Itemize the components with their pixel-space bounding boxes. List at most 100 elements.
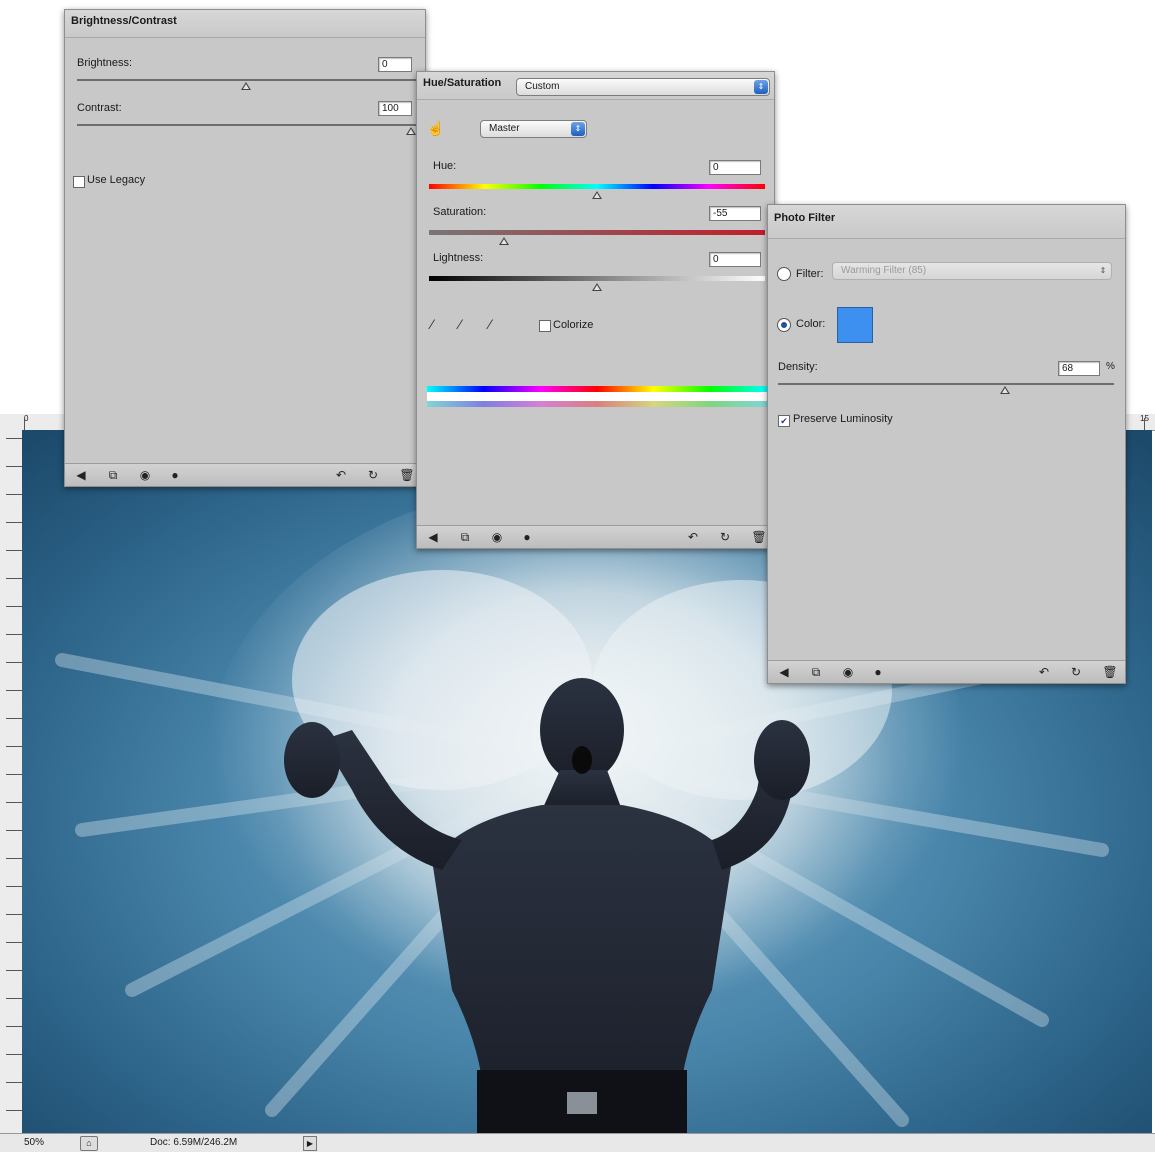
- hue-slider-thumb[interactable]: [592, 191, 602, 199]
- saturation-slider-thumb[interactable]: [499, 237, 509, 245]
- panel-footer: ◀ ⧉ ◉ ● ↶ ↻ 🗑: [65, 463, 425, 486]
- ruler-tick: [6, 914, 22, 915]
- ruler-tick: [6, 690, 22, 691]
- lightness-label: Lightness:: [433, 252, 484, 264]
- targeted-adjust-hand-icon[interactable]: ☝: [427, 120, 444, 137]
- ruler-tick: [6, 466, 22, 467]
- ruler-tick: [24, 418, 25, 430]
- status-menu-arrow-icon[interactable]: ▶: [303, 1136, 317, 1151]
- zoom-level[interactable]: 50%: [24, 1137, 44, 1148]
- eyedropper-plus-icon[interactable]: ⁄: [459, 316, 461, 332]
- select-caret-icon: ⇕: [571, 122, 585, 136]
- density-input[interactable]: 68: [1058, 361, 1100, 376]
- filter-select[interactable]: Warming Filter (85) ⇕: [832, 262, 1112, 280]
- hue-input[interactable]: 0: [709, 160, 761, 175]
- status-preview-icon[interactable]: ⌂: [80, 1136, 98, 1151]
- status-bar: 50% ⌂ Doc: 6.59M/246.2M ▶: [0, 1133, 1155, 1152]
- ruler-tick: [6, 1082, 22, 1083]
- view-previous-icon[interactable]: ●: [519, 530, 535, 544]
- saturation-label: Saturation:: [433, 206, 487, 218]
- ruler-tick: [6, 858, 22, 859]
- ruler-tick: [1144, 418, 1145, 430]
- ruler-tick: [6, 578, 22, 579]
- ruler-tick: [6, 1026, 22, 1027]
- channel-select[interactable]: Master ⇕: [480, 120, 587, 138]
- brightness-input[interactable]: 0: [378, 57, 412, 72]
- clip-layer-icon[interactable]: ⧉: [808, 665, 824, 679]
- back-arrow-icon[interactable]: ◀: [776, 665, 792, 679]
- preserve-luminosity-label: Preserve Luminosity: [793, 413, 893, 425]
- use-legacy-label: Use Legacy: [87, 174, 146, 186]
- ruler-tick: [6, 1110, 22, 1111]
- color-swatch[interactable]: [837, 307, 873, 343]
- ruler-tick: [6, 970, 22, 971]
- ruler-tick: [6, 998, 22, 999]
- density-slider-thumb[interactable]: [1000, 386, 1010, 394]
- select-caret-icon: ⇕: [1099, 266, 1107, 275]
- contrast-slider-track[interactable]: [77, 124, 417, 126]
- back-arrow-icon[interactable]: ◀: [73, 468, 89, 482]
- delete-icon[interactable]: 🗑: [751, 530, 767, 544]
- ruler-tick: [6, 886, 22, 887]
- hue-slider-track[interactable]: [429, 184, 765, 189]
- document-size: Doc: 6.59M/246.2M: [150, 1137, 238, 1148]
- ruler-tick: [6, 494, 22, 495]
- hue-saturation-panel: Hue/Saturation Custom ⇕ ☝ Master ⇕ Hue: …: [416, 71, 775, 549]
- preset-select[interactable]: Custom ⇕: [516, 78, 770, 96]
- ruler-tick: [6, 634, 22, 635]
- eyedropper-icon[interactable]: ⁄: [431, 316, 433, 332]
- color-bar-gap: [427, 392, 767, 401]
- ruler-tick: [6, 522, 22, 523]
- previous-state-icon[interactable]: ↶: [1036, 665, 1052, 679]
- lightness-slider-thumb[interactable]: [592, 283, 602, 291]
- reset-icon[interactable]: ↻: [717, 530, 733, 544]
- visibility-eye-icon[interactable]: ◉: [489, 530, 505, 544]
- brightness-slider-thumb[interactable]: [241, 82, 251, 90]
- delete-icon[interactable]: 🗑: [1102, 665, 1118, 679]
- preserve-luminosity-checkbox[interactable]: ✔: [778, 415, 790, 427]
- panel-footer: ◀ ⧉ ◉ ● ↶ ↻ 🗑: [768, 660, 1125, 683]
- photo-filter-panel: Photo Filter Filter: Warming Filter (85)…: [767, 204, 1126, 684]
- back-arrow-icon[interactable]: ◀: [425, 530, 441, 544]
- view-previous-icon[interactable]: ●: [870, 665, 886, 679]
- visibility-eye-icon[interactable]: ◉: [137, 468, 153, 482]
- ruler-tick: [6, 774, 22, 775]
- panel-title-text: Hue/Saturation: [423, 77, 502, 89]
- reset-icon[interactable]: ↻: [1068, 665, 1084, 679]
- ruler-tick: [6, 606, 22, 607]
- preset-select-value: Custom: [525, 81, 560, 92]
- clip-layer-icon[interactable]: ⧉: [457, 530, 473, 544]
- density-unit: %: [1106, 361, 1115, 372]
- ruler-tick: [6, 942, 22, 943]
- ruler-tick: [6, 550, 22, 551]
- brightness-slider-track[interactable]: [77, 79, 417, 81]
- density-slider-track[interactable]: [778, 383, 1114, 385]
- density-label: Density:: [778, 361, 818, 373]
- visibility-eye-icon[interactable]: ◉: [840, 665, 856, 679]
- ruler-left: [0, 430, 23, 1133]
- ruler-tick: [6, 662, 22, 663]
- previous-state-icon[interactable]: ↶: [333, 468, 349, 482]
- eyedropper-minus-icon[interactable]: ⁄: [489, 316, 491, 332]
- saturation-slider-track[interactable]: [429, 230, 765, 235]
- lightness-slider-track[interactable]: [429, 276, 765, 281]
- colorize-checkbox[interactable]: [539, 320, 551, 332]
- panel-title: Photo Filter: [768, 205, 1125, 239]
- contrast-label: Contrast:: [77, 102, 122, 114]
- color-bar-output: [427, 401, 767, 407]
- color-radio[interactable]: [777, 318, 791, 332]
- reset-icon[interactable]: ↻: [365, 468, 381, 482]
- contrast-slider-thumb[interactable]: [406, 127, 416, 135]
- colorize-label: Colorize: [553, 319, 594, 331]
- previous-state-icon[interactable]: ↶: [685, 530, 701, 544]
- clip-layer-icon[interactable]: ⧉: [105, 468, 121, 482]
- saturation-input[interactable]: -55: [709, 206, 761, 221]
- lightness-input[interactable]: 0: [709, 252, 761, 267]
- delete-icon[interactable]: 🗑: [399, 468, 415, 482]
- filter-radio[interactable]: [777, 267, 791, 281]
- view-previous-icon[interactable]: ●: [167, 468, 183, 482]
- panel-footer: ◀ ⧉ ◉ ● ↶ ↻ 🗑: [417, 525, 774, 548]
- contrast-input[interactable]: 100: [378, 101, 412, 116]
- select-caret-icon: ⇕: [754, 80, 768, 94]
- use-legacy-checkbox[interactable]: [73, 176, 85, 188]
